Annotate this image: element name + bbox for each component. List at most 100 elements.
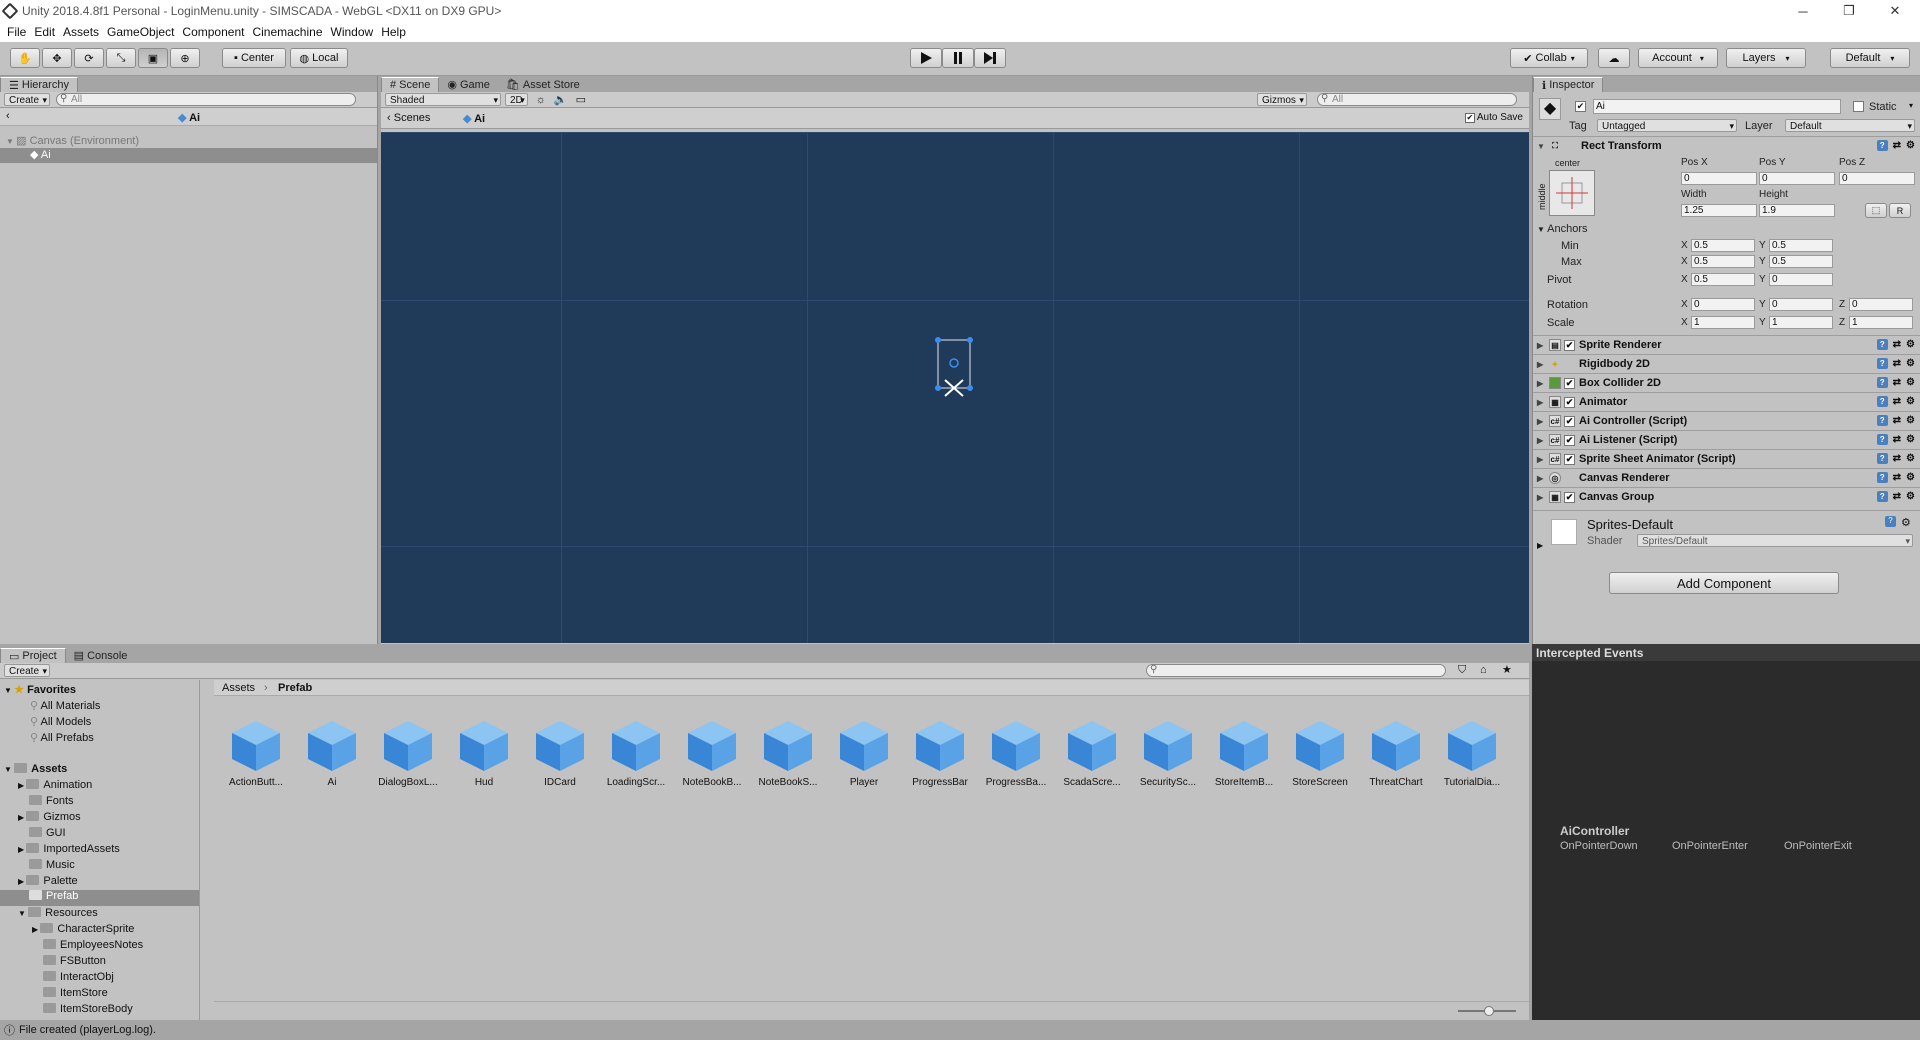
rect-transform-header[interactable]: ▼ ⛶ Rect Transform ? ⇄ ⚙ [1533, 136, 1920, 155]
enable-checkbox[interactable]: ✔ [1564, 453, 1575, 465]
component-rigidbody-2d[interactable]: ▶ ✦ Rigidbody 2D? ⇄ ⚙ [1533, 354, 1920, 373]
folder-item[interactable]: Fonts [29, 795, 74, 807]
zoom-slider-thumb[interactable] [1484, 1006, 1494, 1016]
prefab-asset[interactable]: ActionButt... [224, 717, 288, 788]
pivot-y-field[interactable]: 0 [1769, 273, 1833, 286]
tab-hierarchy[interactable]: ☰ Hierarchy [0, 77, 78, 92]
component-canvas-group[interactable]: ▶ ▦ ✔ Canvas Group? ⇄ ⚙ [1533, 487, 1920, 506]
menu-assets[interactable]: Assets [60, 25, 104, 39]
component-box-collider-2d[interactable]: ▶ ✔ Box Collider 2D? ⇄ ⚙ [1533, 373, 1920, 392]
play-button[interactable] [910, 48, 942, 68]
move-tool-icon[interactable]: ✥ [42, 48, 72, 68]
project-create-dropdown[interactable]: Create [4, 664, 51, 678]
folder-item[interactable]: ItemStoreBody [43, 1003, 133, 1015]
anchor-handle[interactable] [935, 337, 941, 343]
raw-edit-button[interactable]: R [1889, 203, 1911, 218]
tab-project[interactable]: ▭ Project [0, 648, 66, 663]
enable-checkbox[interactable]: ✔ [1564, 491, 1575, 503]
prefab-asset[interactable]: Player [832, 717, 896, 788]
tab-game[interactable]: ◉ Game [439, 77, 498, 92]
anchor-max-x-field[interactable]: 0.5 [1691, 255, 1755, 268]
preset-icon[interactable]: ⇄ [1893, 377, 1901, 388]
favorite-item[interactable]: ⚲ All Materials [30, 699, 100, 712]
transform-tool-icon[interactable]: ⊕ [170, 48, 200, 68]
effects-icon[interactable]: ▭ [576, 93, 586, 106]
help-icon[interactable]: ? [1876, 472, 1888, 483]
rotate-tool-icon[interactable]: ⟳ [74, 48, 104, 68]
height-field[interactable]: 1.9 [1759, 204, 1835, 217]
folder-item[interactable]: ▼ Resources [18, 907, 98, 919]
gear-icon[interactable]: ⚙ [1906, 472, 1915, 483]
filter-label-icon[interactable]: ⌂ [1480, 664, 1487, 676]
static-dropdown-icon[interactable]: ▾ [1909, 101, 1913, 110]
gear-icon[interactable]: ⚙ [1906, 377, 1915, 388]
preset-icon[interactable]: ⇄ [1893, 415, 1901, 426]
hierarchy-create-dropdown[interactable]: Create [4, 93, 51, 107]
menu-file[interactable]: File [4, 25, 31, 39]
menu-cinemachine[interactable]: Cinemachine [249, 25, 327, 39]
folder-item[interactable]: ▶ ImportedAssets [18, 843, 120, 855]
folder-item[interactable]: FSButton [43, 955, 106, 967]
close-icon[interactable]: ✕ [1872, 0, 1918, 22]
project-search-input[interactable] [1146, 664, 1446, 677]
gear-icon[interactable]: ⚙ [1906, 358, 1915, 369]
scene-viewport[interactable] [381, 132, 1529, 643]
gear-icon[interactable]: ⚙ [1906, 396, 1915, 407]
hierarchy-search-input[interactable]: All [56, 93, 357, 106]
anchor-handle[interactable] [935, 385, 941, 391]
gear-icon[interactable]: ⚙ [1906, 491, 1915, 502]
help-icon[interactable]: ? [1876, 491, 1888, 502]
hierarchy-root-item[interactable]: ▼ ▨ Canvas (Environment) [6, 134, 139, 147]
object-name-input[interactable]: Ai [1593, 99, 1841, 114]
account-dropdown[interactable]: Account ▾ [1638, 48, 1718, 68]
scale-x-field[interactable]: 1 [1691, 316, 1755, 329]
folder-item[interactable]: GUI [29, 827, 66, 839]
scale-tool-icon[interactable]: ⤡ [106, 48, 136, 68]
tab-asset-store[interactable]: 🛍 Asset Store [498, 77, 588, 92]
tag-dropdown[interactable]: Untagged [1597, 119, 1737, 133]
gear-icon[interactable]: ⚙ [1906, 434, 1915, 445]
folder-item[interactable]: EmployeesNotes [43, 939, 143, 951]
component-sprite-renderer[interactable]: ▶ ▤ ✔ Sprite Renderer? ⇄ ⚙ [1533, 335, 1920, 354]
folder-item[interactable]: ▶ Gizmos [18, 811, 81, 823]
layers-dropdown[interactable]: Layers ▾ [1726, 48, 1806, 68]
back-arrow-icon[interactable]: ‹ [6, 110, 10, 122]
rect-tool-icon[interactable]: ▣ [138, 48, 168, 68]
lighting-icon[interactable]: ☼ [536, 94, 546, 106]
shading-dropdown[interactable]: Shaded [385, 93, 501, 107]
prefab-asset[interactable]: ScadaScre... [1060, 717, 1124, 788]
material-preview[interactable] [1551, 519, 1577, 545]
rect-selection-gizmo[interactable] [931, 336, 975, 398]
tab-inspector[interactable]: ℹ Inspector [1533, 77, 1604, 92]
prefab-asset[interactable]: TutorialDia... [1440, 717, 1504, 788]
anchors-label[interactable]: ▼ Anchors [1537, 223, 1588, 235]
folder-item[interactable]: ▶ CharacterSprite [32, 923, 134, 935]
component-sprite-sheet-animator-script[interactable]: ▶ c# ✔ Sprite Sheet Animator (Script)? ⇄ ⚙ [1533, 449, 1920, 468]
help-icon[interactable]: ? [1876, 415, 1888, 426]
anchor-handle[interactable] [967, 337, 973, 343]
gear-icon[interactable]: ⚙ [1906, 339, 1915, 350]
filter-type-icon[interactable]: ⛉ [1458, 664, 1466, 677]
enable-checkbox[interactable]: ✔ [1564, 377, 1575, 389]
rotation-y-field[interactable]: 0 [1769, 298, 1833, 311]
folder-item[interactable]: ▶ Animation [18, 779, 92, 791]
component-ai-listener-script[interactable]: ▶ c# ✔ Ai Listener (Script)? ⇄ ⚙ [1533, 430, 1920, 449]
assets-header[interactable]: ▼ Assets [4, 763, 67, 775]
layout-dropdown[interactable]: Default ▾ [1830, 48, 1910, 68]
gear-icon[interactable]: ⚙ [1901, 516, 1911, 529]
pos-x-field[interactable]: 0 [1681, 172, 1757, 185]
help-icon[interactable]: ? [1876, 434, 1888, 445]
prefab-asset[interactable]: IDCard [528, 717, 592, 788]
menu-component[interactable]: Component [179, 25, 249, 39]
blueprint-mode-button[interactable]: ⬚ [1865, 203, 1887, 218]
prefab-asset[interactable]: StoreItemB... [1212, 717, 1276, 788]
folder-item[interactable]: Music [29, 859, 75, 871]
prefab-asset[interactable]: ThreatChart [1364, 717, 1428, 788]
enable-checkbox[interactable]: ✔ [1564, 415, 1575, 427]
tab-scene[interactable]: # Scene [381, 77, 440, 92]
anchor-max-y-field[interactable]: 0.5 [1769, 255, 1833, 268]
prefab-asset[interactable]: LoadingScr... [604, 717, 668, 788]
pause-button[interactable] [942, 48, 974, 68]
favorites-header[interactable]: ▼ ★ Favorites [4, 683, 76, 696]
rotation-x-field[interactable]: 0 [1691, 298, 1755, 311]
